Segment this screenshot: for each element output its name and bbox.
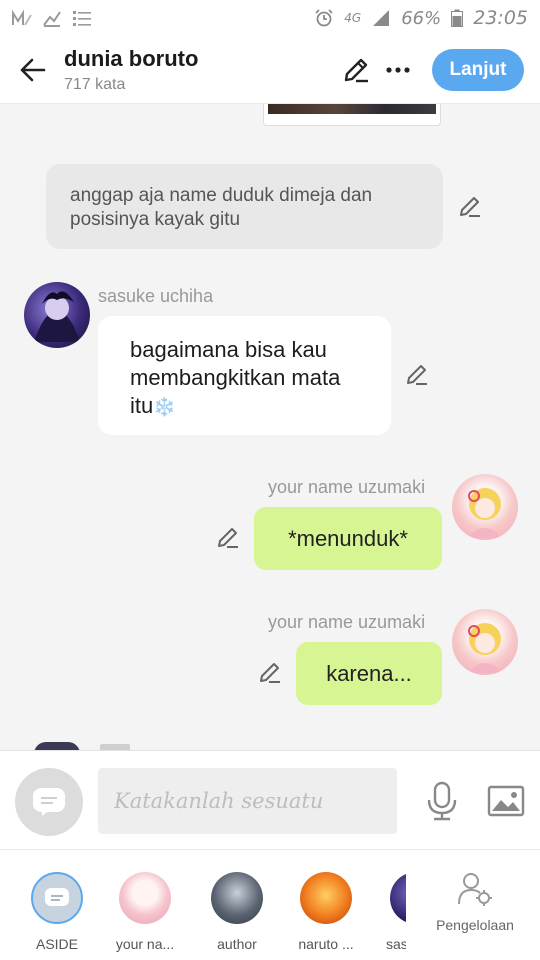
character-label: author — [217, 936, 257, 952]
sender-name: your name uzumaki — [268, 612, 426, 632]
composer — [0, 750, 540, 850]
more-button[interactable] — [378, 50, 418, 90]
character-label: sas — [386, 936, 406, 952]
avatar-partial — [34, 742, 80, 750]
microphone-icon — [427, 781, 457, 821]
message-text: karena... — [326, 660, 412, 686]
avatar-your-name[interactable] — [452, 609, 518, 675]
clock: 23:05 — [473, 7, 528, 29]
more-dots-icon — [386, 66, 410, 73]
character-your-name[interactable]: your na... — [105, 872, 185, 952]
message-text: *menunduk* — [288, 525, 408, 551]
story-header: dunia boruto 717 kata Lanjut — [0, 36, 540, 104]
character-naruto[interactable]: naruto ... — [286, 872, 366, 952]
voice-button[interactable] — [418, 777, 466, 825]
edit-message-button[interactable] — [214, 524, 242, 552]
chat-thread[interactable]: anggap aja name duduk dimeja dan posisin… — [0, 104, 540, 750]
pencil-icon — [218, 528, 238, 548]
pencil-icon — [260, 663, 280, 683]
story-title: dunia boruto — [64, 45, 199, 71]
chat-bubble-icon — [33, 788, 65, 816]
edit-message-button[interactable] — [403, 361, 431, 389]
character-bar: ASIDE your na... author naruto ... sas P… — [0, 850, 540, 960]
arrow-left-icon — [20, 58, 46, 81]
snowflake-emoji: ❄️ — [153, 397, 176, 417]
pencil-icon — [407, 365, 427, 385]
sender-name: your name uzumaki — [268, 477, 426, 497]
edit-aside-button[interactable] — [456, 193, 484, 221]
battery-percent: 66% — [401, 7, 442, 29]
character-label: your na... — [115, 936, 175, 952]
message-bubble-own[interactable]: *menunduk* — [254, 507, 442, 570]
battery-icon — [451, 9, 464, 27]
edit-message-button[interactable] — [256, 659, 284, 687]
message-bubble-own[interactable]: karena... — [296, 642, 442, 705]
aside-toggle-button[interactable] — [15, 768, 83, 836]
alarm-icon — [314, 9, 334, 27]
edit-title-button[interactable] — [336, 50, 376, 90]
message-input[interactable] — [98, 768, 397, 834]
data-sync-icon — [42, 9, 62, 27]
word-count: 717 kata — [64, 75, 126, 93]
character-author[interactable]: author — [197, 872, 277, 952]
image-message[interactable] — [263, 104, 441, 126]
status-bar: 4G 66% 23:05 — [0, 0, 540, 36]
avatar-your-name[interactable] — [452, 474, 518, 540]
pencil-icon — [344, 58, 368, 82]
app-notification-icon — [12, 9, 32, 27]
character-aside[interactable]: ASIDE — [17, 872, 97, 952]
user-settings-icon — [458, 873, 492, 906]
character-sasuke[interactable]: sas — [378, 872, 406, 952]
back-button[interactable] — [0, 36, 64, 104]
character-avatar — [211, 872, 263, 924]
aside-avatar — [31, 872, 83, 924]
manage-label: Pengelolaan — [436, 917, 514, 933]
character-label: naruto ... — [298, 936, 354, 952]
pencil-icon — [460, 197, 480, 217]
next-button[interactable]: Lanjut — [432, 48, 524, 91]
aside-message-text: anggap aja name duduk dimeja dan posisin… — [70, 185, 373, 230]
avatar-sasuke[interactable] — [24, 282, 90, 348]
image-icon — [487, 785, 525, 817]
manage-characters-button[interactable]: Pengelolaan — [430, 872, 520, 933]
signal-icon — [371, 9, 391, 27]
character-label: ASIDE — [35, 936, 78, 952]
list-icon — [72, 9, 92, 27]
character-avatar — [300, 872, 352, 924]
character-avatar — [119, 872, 171, 924]
sender-name: sasuke uchiha — [98, 286, 214, 306]
network-type: 4G — [344, 11, 362, 25]
message-bubble-sasuke[interactable]: bagaimana bisa kau membangkitkan mata it… — [98, 316, 391, 435]
character-avatar — [390, 872, 406, 924]
chat-bubble-icon — [45, 888, 69, 906]
image-button[interactable] — [482, 777, 530, 825]
aside-message[interactable]: anggap aja name duduk dimeja dan posisin… — [46, 164, 443, 249]
title-block: dunia boruto 717 kata — [64, 46, 336, 94]
